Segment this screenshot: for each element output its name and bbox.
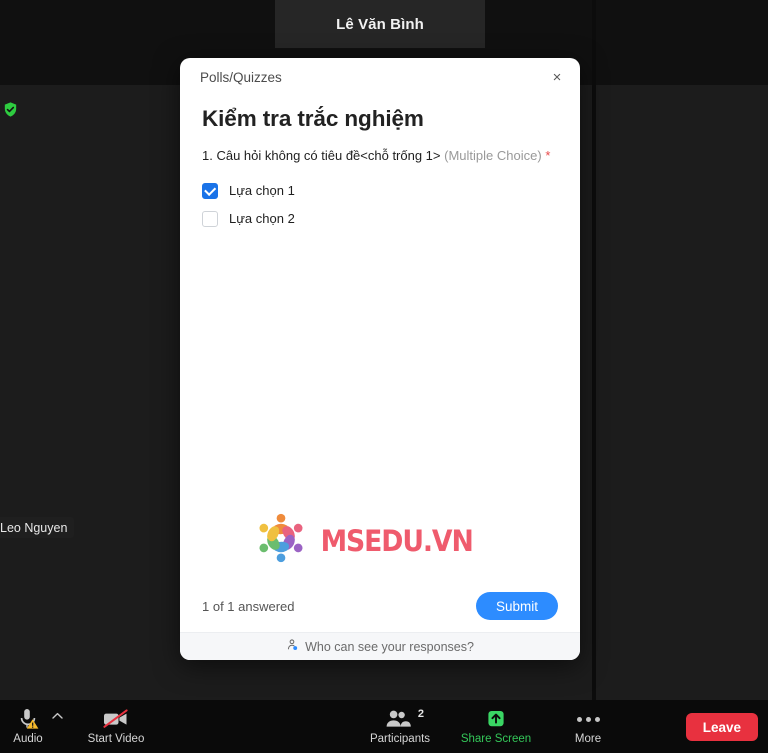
zoom-meeting-window: Lê Văn Bình Leo Nguyen Polls/Quizzes × K…: [0, 0, 768, 753]
question-type-label: (Multiple Choice): [444, 148, 542, 163]
self-name-chip: Leo Nguyen: [0, 517, 75, 538]
watermark: MSEDU.VN: [250, 507, 479, 574]
active-speaker-name: Lê Văn Bình: [336, 15, 424, 33]
shield-check-icon[interactable]: [1, 100, 19, 118]
poll-privacy-bar[interactable]: Who can see your responses?: [180, 632, 580, 660]
question-text: 1. Câu hỏi không có tiêu đề<chỗ trống 1>: [202, 148, 441, 163]
checkbox-checked-icon[interactable]: [202, 182, 218, 199]
toolbar-share-label: Share Screen: [460, 733, 532, 745]
dialog-titlebar: Polls/Quizzes ×: [180, 58, 580, 96]
poll-option-label: Lựa chọn 1: [229, 183, 295, 199]
polls-quizzes-dialog: Polls/Quizzes × Kiểm tra trắc nghiệm 1. …: [180, 58, 580, 660]
toolbar-audio-label: Audio: [13, 733, 43, 745]
poll-question: 1. Câu hỏi không có tiêu đề<chỗ trống 1>…: [202, 148, 558, 165]
watermark-text: MSEDU.VN: [320, 523, 474, 558]
required-marker: *: [545, 148, 551, 163]
toolbar-participants-label: Participants: [369, 733, 431, 745]
microphone-warning-icon: [16, 708, 40, 730]
self-name-chip-label: Leo Nguyen: [0, 520, 68, 535]
toolbar-participants-button[interactable]: 2 Participants: [358, 700, 442, 753]
submit-button[interactable]: Submit: [475, 592, 558, 620]
ellipsis-icon: [576, 708, 600, 730]
poll-privacy-label: Who can see your responses?: [305, 639, 474, 654]
poll-body: Kiểm tra trắc nghiệm 1. Câu hỏi không có…: [180, 96, 580, 580]
poll-option-row[interactable]: Lựa chọn 1: [202, 177, 558, 205]
poll-heading: Kiểm tra trắc nghiệm: [202, 106, 424, 131]
toolbar-more-label: More: [574, 733, 602, 745]
participants-icon: [384, 708, 416, 730]
poll-option-label: Lựa chọn 2: [229, 211, 295, 227]
poll-option-row[interactable]: Lựa chọn 2: [202, 205, 558, 233]
participants-count: 2: [417, 708, 424, 720]
meeting-toolbar: Audio Start Video 2 Participants Share S…: [0, 700, 768, 753]
share-screen-up-arrow-icon: [484, 708, 508, 730]
person-privacy-icon: [286, 638, 299, 656]
video-tile-side[interactable]: [596, 85, 768, 700]
poll-options-list: Lựa chọn 1 Lựa chọn 2: [202, 177, 558, 233]
toolbar-share-screen-button[interactable]: Share Screen: [452, 700, 540, 753]
close-icon[interactable]: ×: [546, 66, 568, 88]
checkbox-unchecked-icon[interactable]: [202, 210, 218, 227]
toolbar-audio-button[interactable]: Audio: [4, 700, 52, 753]
video-tile-right-strip: [596, 0, 768, 85]
camera-off-icon: [101, 708, 131, 730]
answered-status: 1 of 1 answered: [202, 598, 295, 614]
toolbar-start-video-button[interactable]: Start Video: [68, 700, 164, 753]
toolbar-video-label: Start Video: [87, 733, 145, 745]
leave-button[interactable]: Leave: [685, 713, 758, 741]
toolbar-more-button[interactable]: More: [558, 700, 618, 753]
poll-footer-row: 1 of 1 answered Submit: [180, 580, 580, 632]
chevron-up-icon[interactable]: [52, 712, 68, 723]
dialog-title: Polls/Quizzes: [200, 69, 282, 85]
people-circle-logo: [250, 507, 312, 574]
